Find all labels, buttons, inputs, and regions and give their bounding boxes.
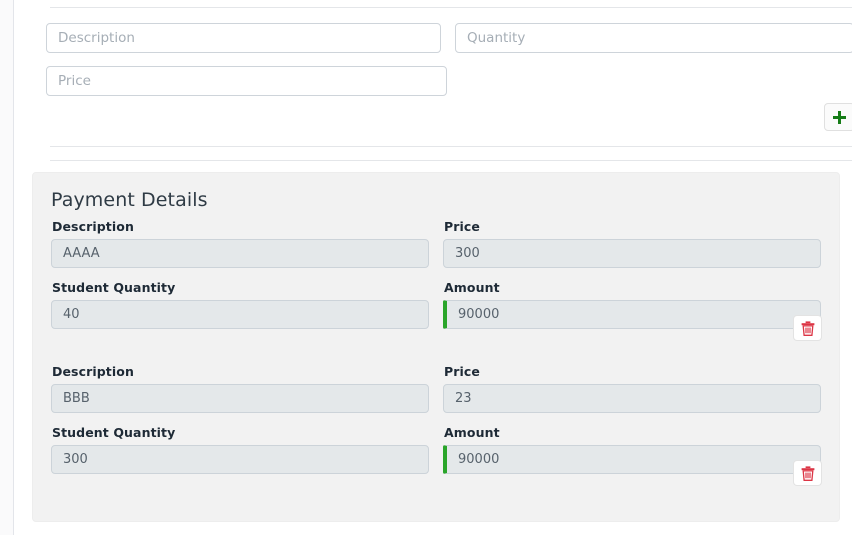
payment-row-left-column: Description Student Quantity [51, 364, 429, 474]
trash-icon [801, 320, 815, 336]
row-description-input[interactable] [51, 384, 429, 413]
panel-title: Payment Details [51, 189, 208, 211]
left-gutter [0, 0, 13, 535]
row-amount-input[interactable] [443, 445, 821, 474]
row-price-input[interactable] [443, 239, 821, 268]
page-root: Payment Details Description Student Quan… [0, 0, 852, 535]
row-description-input[interactable] [51, 239, 429, 268]
delete-row-button[interactable] [793, 460, 822, 486]
row-price-input[interactable] [443, 384, 821, 413]
row-student-quantity-input[interactable] [51, 300, 429, 329]
payment-row-right-column: Price Amount [443, 219, 822, 341]
payment-row-left-column: Description Student Quantity [51, 219, 429, 329]
divider-middle-upper [50, 146, 852, 147]
trash-icon [801, 465, 815, 481]
divider-middle-lower [50, 160, 852, 161]
plus-icon [832, 110, 847, 125]
add-item-button[interactable] [824, 103, 852, 131]
row-amount-input[interactable] [443, 300, 821, 329]
price-label: Price [444, 219, 480, 234]
student-quantity-label: Student Quantity [52, 425, 176, 440]
amount-label: Amount [444, 425, 500, 440]
price-label: Price [444, 364, 480, 379]
delete-row-button[interactable] [793, 315, 822, 341]
payment-details-panel: Payment Details Description Student Quan… [32, 172, 840, 522]
payment-row-right-column: Price Amount [443, 364, 822, 486]
quantity-input[interactable] [455, 23, 852, 53]
description-input[interactable] [46, 23, 441, 53]
description-label: Description [52, 364, 134, 379]
student-quantity-label: Student Quantity [52, 280, 176, 295]
divider-top [50, 7, 852, 8]
price-input[interactable] [46, 66, 447, 96]
amount-label: Amount [444, 280, 500, 295]
left-vertical-divider [13, 0, 14, 535]
row-student-quantity-input[interactable] [51, 445, 429, 474]
description-label: Description [52, 219, 134, 234]
